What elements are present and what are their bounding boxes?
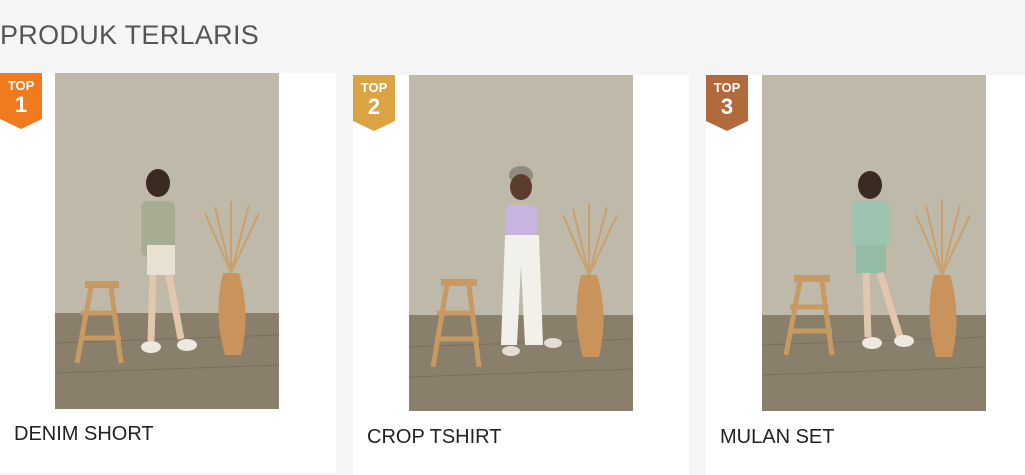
rank-badge-number: 3 <box>720 94 734 119</box>
product-name[interactable]: MULAN SET <box>720 426 834 449</box>
product-image[interactable] <box>55 73 279 409</box>
rank-badge-number: 1 <box>14 92 28 117</box>
product-name[interactable]: DENIM SHORT <box>14 423 154 446</box>
rank-badge-label: TOP <box>713 80 741 95</box>
product-card[interactable]: TOP 3 MULAN SET <box>706 75 1025 475</box>
section-title: PRODUK TERLARIS <box>0 20 260 50</box>
product-image[interactable] <box>409 75 633 411</box>
product-card[interactable]: TOP 1 DENIM SHORT <box>0 73 336 473</box>
product-image[interactable] <box>762 75 986 411</box>
rank-badge: TOP 3 <box>706 75 748 131</box>
rank-badge: TOP 1 <box>0 73 42 129</box>
product-name[interactable]: CROP TSHIRT <box>367 426 501 449</box>
rank-badge-label: TOP <box>360 80 388 95</box>
rank-badge: TOP 2 <box>353 75 395 131</box>
rank-badge-number: 2 <box>367 94 381 119</box>
product-card[interactable]: TOP 2 CROP TSHIRT <box>353 75 689 475</box>
rank-badge-label: TOP <box>7 78 35 93</box>
